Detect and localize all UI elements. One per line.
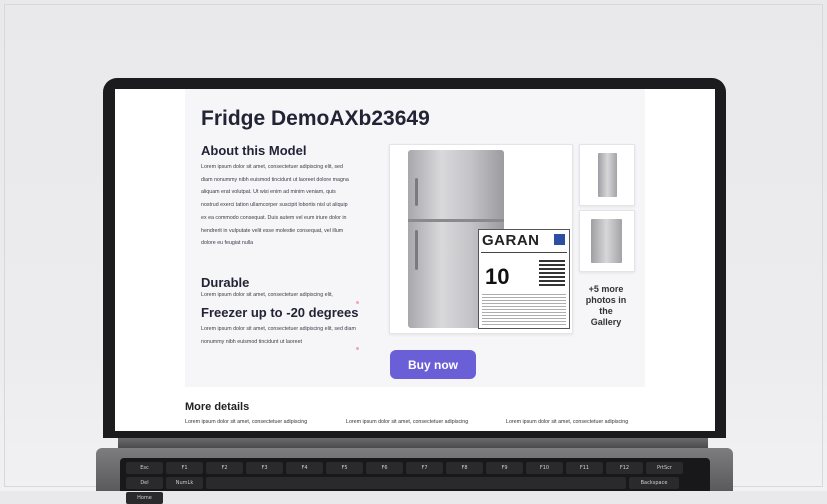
- label-brand: GARAN: [482, 232, 540, 249]
- fridge-handle: [415, 178, 418, 206]
- label-fine-print: [482, 294, 566, 326]
- bullet-dot: [356, 347, 359, 350]
- fridge-thumbnail-image: [591, 219, 622, 263]
- about-text: Lorem ipsum dolor sit amet, consectetuer…: [201, 164, 349, 247]
- details-column: Lorem ipsum dolor sit amet, consectetuer…: [346, 419, 469, 425]
- key-f5[interactable]: F5: [326, 462, 363, 474]
- key-f2[interactable]: F2: [206, 462, 243, 474]
- key-f11[interactable]: F11: [566, 462, 603, 474]
- key-f12[interactable]: F12: [606, 462, 643, 474]
- gallery-thumbnail[interactable]: [579, 144, 635, 206]
- bullet-dot: [356, 301, 359, 304]
- product-title: Fridge DemoAXb23649: [201, 107, 430, 130]
- durable-heading: Durable: [201, 275, 250, 290]
- qr-code-icon: [539, 260, 565, 286]
- key-f3[interactable]: F3: [246, 462, 283, 474]
- laptop-screen: Fridge DemoAXb23649 About this Model Lor…: [115, 89, 715, 431]
- laptop-hinge: [118, 438, 708, 448]
- key-f7[interactable]: F7: [406, 462, 443, 474]
- energy-label: GARAN 10: [478, 229, 570, 329]
- about-heading: About this Model: [201, 143, 307, 158]
- key-home[interactable]: Home: [126, 492, 163, 504]
- fridge-thumbnail-image: [598, 153, 617, 197]
- buy-now-button[interactable]: Buy now: [390, 350, 476, 379]
- key-f10[interactable]: F10: [526, 462, 563, 474]
- fridge-handle: [415, 230, 418, 270]
- key-row-spacer: [206, 477, 626, 489]
- key-prtscr[interactable]: PrtScr: [646, 462, 683, 474]
- details-column: Lorem ipsum dolor sit amet, consectetuer…: [506, 419, 629, 425]
- details-column: Lorem ipsum dolor sit amet, consectetuer…: [185, 419, 308, 425]
- key-del[interactable]: Del: [126, 477, 163, 489]
- freezer-text: Lorem ipsum dolor sit amet, consectetuer…: [201, 326, 356, 345]
- key-esc[interactable]: Esc: [126, 462, 163, 474]
- freezer-heading: Freezer up to -20 degrees: [201, 305, 359, 320]
- key-f6[interactable]: F6: [366, 462, 403, 474]
- main-product-photo[interactable]: GARAN 10: [389, 144, 573, 334]
- more-photos-link[interactable]: +5 more photos in the Gallery: [583, 284, 629, 328]
- durable-text: Lorem ipsum dolor sit amet, consectetuer…: [201, 292, 333, 298]
- more-details-heading: More details: [185, 401, 250, 413]
- gallery-thumbnail[interactable]: [579, 210, 635, 272]
- label-number: 10: [485, 264, 510, 289]
- key-f8[interactable]: F8: [446, 462, 483, 474]
- key-f4[interactable]: F4: [286, 462, 323, 474]
- key-numlk[interactable]: NumLk: [166, 477, 203, 489]
- keyboard: Esc F1 F2 F3 F4 F5 F6 F7 F8 F9 F10 F11 F…: [120, 458, 710, 504]
- fridge-door-split: [408, 219, 504, 222]
- key-f1[interactable]: F1: [166, 462, 203, 474]
- key-f9[interactable]: F9: [486, 462, 523, 474]
- eu-flag-icon: [554, 234, 565, 245]
- key-backspace[interactable]: Backspace: [629, 477, 679, 489]
- label-divider: [481, 252, 567, 253]
